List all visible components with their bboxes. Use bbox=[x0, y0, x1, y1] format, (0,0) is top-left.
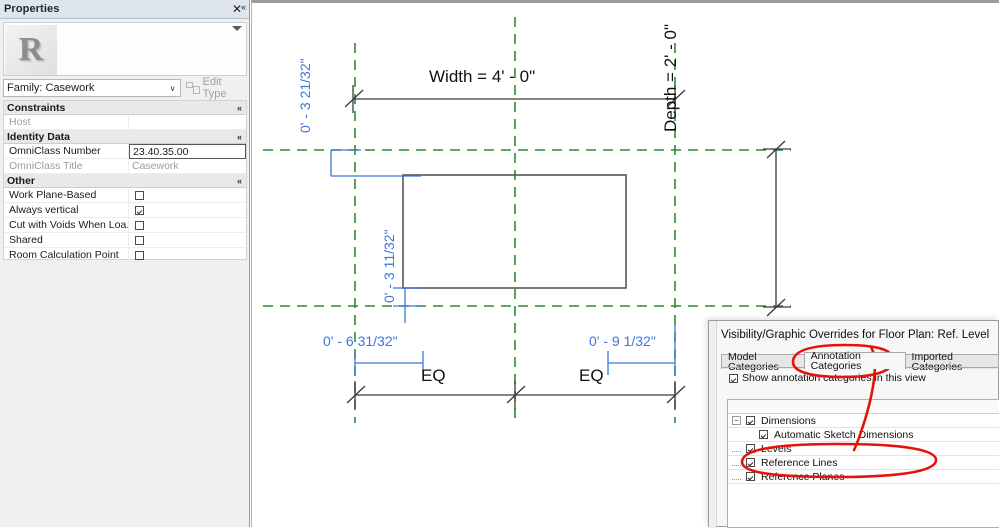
chevron-down-icon[interactable] bbox=[232, 26, 242, 31]
checkbox-icon[interactable] bbox=[746, 416, 755, 425]
checkbox-icon[interactable] bbox=[135, 235, 144, 245]
property-value[interactable] bbox=[129, 115, 246, 129]
collapse-panel-icon[interactable]: « bbox=[241, 2, 249, 12]
show-annotation-categories-label: Show annotation categories in this view bbox=[742, 372, 926, 384]
checkbox-icon bbox=[729, 373, 738, 383]
tree-row[interactable]: Levels bbox=[728, 442, 999, 456]
property-row[interactable]: Always vertical bbox=[4, 203, 246, 218]
property-value[interactable] bbox=[129, 248, 246, 262]
property-label: Work Plane-Based bbox=[4, 188, 129, 202]
show-annotation-categories-checkbox[interactable]: Show annotation categories in this view bbox=[729, 372, 926, 384]
tree-row[interactable]: Reference Planes bbox=[728, 470, 999, 484]
property-label: OmniClass Number bbox=[4, 144, 129, 158]
property-row[interactable]: Room Calculation Point bbox=[4, 248, 246, 263]
property-value[interactable] bbox=[129, 188, 246, 202]
bottom-right-dimension-text[interactable]: 0' - 9 1/32" bbox=[589, 333, 656, 349]
property-label: Host bbox=[4, 115, 129, 129]
checkbox-icon[interactable] bbox=[746, 472, 755, 481]
properties-grid: Constraints « Host Identity Data « OmniClass … bbox=[3, 100, 247, 263]
tree-row[interactable]: Reference Lines bbox=[728, 456, 999, 470]
tree-row[interactable]: Automatic Sketch Dimensions bbox=[728, 428, 999, 442]
checkbox-icon[interactable] bbox=[135, 220, 144, 230]
properties-group-header[interactable]: Identity Data « bbox=[4, 130, 246, 144]
property-row[interactable]: OmniClass Title Casework bbox=[4, 159, 246, 174]
annotation-categories-tree[interactable]: − Dimensions Automatic Sketch Dimensions Le… bbox=[727, 399, 999, 528]
property-label: Shared bbox=[4, 233, 129, 247]
property-label: Room Calculation Point bbox=[4, 248, 129, 262]
checkbox-icon[interactable] bbox=[746, 444, 755, 453]
bottom-left-offset-text[interactable]: 0' - 3 11/32" bbox=[381, 229, 397, 303]
property-value[interactable] bbox=[129, 233, 246, 247]
property-value[interactable] bbox=[129, 218, 246, 232]
chevron-up-icon[interactable]: « bbox=[237, 176, 242, 186]
checkbox-icon[interactable] bbox=[746, 458, 755, 467]
visibility-graphic-overrides-dialog[interactable]: Visibility/Graphic Overrides for Floor P… bbox=[708, 320, 999, 528]
type-selector[interactable]: R bbox=[3, 22, 247, 76]
checkbox-icon[interactable] bbox=[135, 205, 144, 215]
property-value[interactable]: Casework bbox=[129, 159, 246, 173]
properties-group-label: Identity Data bbox=[7, 130, 71, 143]
property-row[interactable]: Shared bbox=[4, 233, 246, 248]
collapse-icon[interactable]: − bbox=[732, 416, 741, 425]
width-dimension-text[interactable]: Width = 4' - 0" bbox=[429, 67, 535, 87]
edit-type-button[interactable]: Edit Type bbox=[181, 76, 247, 100]
property-label: Cut with Voids When Loa... bbox=[4, 218, 129, 232]
properties-palette: Properties ✕ R Family: Casework ∨ Edit T… bbox=[0, 0, 250, 527]
property-value[interactable]: 23.40.35.00 bbox=[129, 144, 246, 159]
edit-type-label: Edit Type bbox=[202, 76, 227, 100]
property-row[interactable]: Cut with Voids When Loa... bbox=[4, 218, 246, 233]
bottom-left-dimension-text[interactable]: 0' - 6 31/32" bbox=[323, 333, 398, 349]
eq-label-right[interactable]: EQ bbox=[579, 366, 604, 386]
dialog-left-edge bbox=[709, 321, 717, 528]
chevron-up-icon[interactable]: « bbox=[237, 103, 242, 113]
property-row[interactable]: OmniClass Number 23.40.35.00 bbox=[4, 144, 246, 159]
tree-node-marker bbox=[732, 451, 741, 452]
family-combobox[interactable]: Family: Casework ∨ bbox=[3, 79, 181, 97]
family-combobox-value: Family: Casework bbox=[7, 82, 95, 94]
checkbox-icon[interactable] bbox=[135, 190, 144, 200]
property-label: Always vertical bbox=[4, 203, 129, 217]
tree-row-label: Dimensions bbox=[761, 414, 816, 427]
properties-group-header[interactable]: Constraints « bbox=[4, 101, 246, 115]
top-left-offset-text[interactable]: 0' - 3 21/32" bbox=[297, 58, 313, 133]
property-value[interactable] bbox=[129, 203, 246, 217]
tree-row-label: Reference Lines bbox=[761, 456, 838, 469]
property-label: OmniClass Title bbox=[4, 159, 129, 173]
property-row[interactable]: Work Plane-Based bbox=[4, 188, 246, 203]
tree-row[interactable]: − Dimensions bbox=[728, 414, 999, 428]
eq-label-left[interactable]: EQ bbox=[421, 366, 446, 386]
tree-node-marker bbox=[732, 465, 741, 466]
family-row: Family: Casework ∨ Edit Type bbox=[3, 76, 247, 100]
family-thumbnail-icon: R bbox=[5, 24, 57, 75]
tree-row-label: Reference Planes bbox=[761, 470, 845, 483]
chevron-up-icon[interactable]: « bbox=[237, 132, 242, 142]
chevron-down-icon: ∨ bbox=[169, 83, 176, 93]
checkbox-icon[interactable] bbox=[759, 430, 768, 439]
tab-annotation-categories[interactable]: Annotation Categories bbox=[803, 350, 906, 371]
checkbox-icon[interactable] bbox=[135, 250, 144, 260]
tree-column-header bbox=[728, 400, 999, 414]
properties-group-label: Constraints bbox=[7, 101, 66, 114]
properties-group-header[interactable]: Other « bbox=[4, 174, 246, 188]
depth-dimension-text[interactable]: Depth = 2' - 0" bbox=[661, 3, 681, 158]
properties-group-label: Other bbox=[7, 174, 36, 187]
tree-row-label: Automatic Sketch Dimensions bbox=[774, 428, 914, 441]
edit-type-icon bbox=[186, 82, 200, 94]
dialog-title: Visibility/Graphic Overrides for Floor P… bbox=[721, 329, 990, 341]
property-row[interactable]: Host bbox=[4, 115, 246, 130]
eq-dimension-line[interactable] bbox=[346, 381, 686, 409]
tree-node-marker bbox=[732, 479, 741, 480]
properties-title-label: Properties bbox=[4, 3, 60, 15]
tree-row-label: Levels bbox=[761, 442, 792, 455]
depth-dimension-line[interactable] bbox=[763, 140, 791, 317]
properties-title-bar: Properties ✕ bbox=[0, 0, 249, 19]
